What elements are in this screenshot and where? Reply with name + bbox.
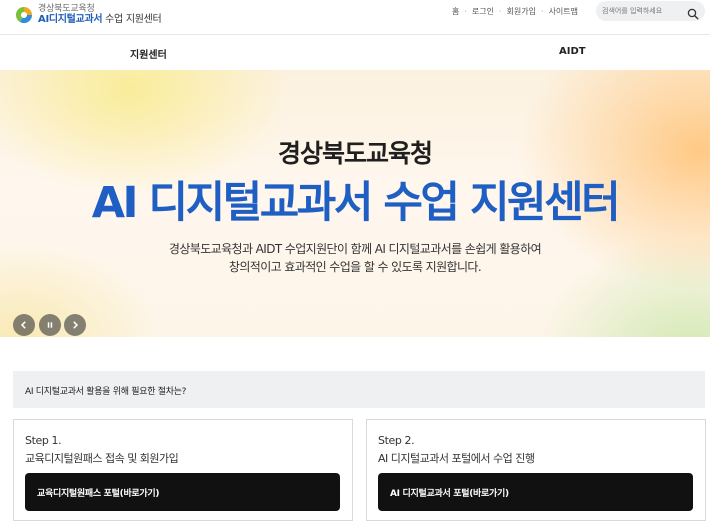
hero-description-line: 경상북도교육청과 AIDT 수업지원단이 함께 AI 디지털교과서를 손쉽게 활… [168, 242, 542, 256]
onepass-portal-button[interactable]: 교육디지털원패스 포털(바로가기) [25, 473, 340, 511]
next-slide-button[interactable] [64, 314, 86, 336]
login-link[interactable]: 로그인 [472, 6, 494, 17]
step-number: Step 1. [25, 434, 62, 447]
onepass-portal-button-label: 교육디지털원패스 포털(바로가기) [37, 489, 160, 499]
aidt-portal-button-label: AI 디지털교과서 포털(바로가기) [390, 489, 509, 499]
nav-item-support-center[interactable]: 지원센터 [130, 46, 167, 61]
home-link[interactable]: 홈 [452, 6, 459, 17]
utility-separator: · [541, 7, 544, 16]
nav-item-aidt[interactable]: AIDT [559, 46, 586, 57]
logo-service-rest: 수업 지원센터 [102, 14, 162, 25]
logo-mark-icon [14, 5, 34, 25]
search-box [596, 1, 705, 21]
utility-separator: · [499, 7, 502, 16]
hero-description-line: 창의적이고 효과적인 수업을 할 수 있도록 지원합니다. [228, 260, 482, 274]
logo-org-name: 경상북도교육청 [38, 4, 95, 14]
site-logo[interactable]: 경상북도교육청 AI디지털교과서 수업 지원센터 [14, 3, 162, 27]
utility-separator: · [464, 7, 467, 16]
prev-slide-button[interactable] [13, 314, 35, 336]
hero-title: AI 디지털교과서 수업 지원센터 [91, 178, 621, 228]
logo-service-name: AI디지털교과서 수업 지원센터 [38, 14, 162, 25]
chevron-right-icon [73, 321, 79, 329]
chevron-left-icon [20, 321, 26, 329]
hero-org-title: 경상북도교육청 [277, 139, 433, 168]
step-description: 교육디지털원패스 접속 및 회원가입 [25, 452, 179, 465]
step-card-1: Step 1. 교육디지털원패스 접속 및 회원가입 교육디지털원패스 포털(바… [13, 419, 353, 521]
hero-banner: 경상북도교육청 AI 디지털교과서 수업 지원센터 경상북도교육청과 AIDT … [0, 70, 710, 337]
signup-link[interactable]: 회원가입 [507, 6, 536, 17]
slider-controls [13, 314, 90, 336]
pause-icon [47, 322, 52, 328]
step-description: AI 디지털교과서 포털에서 수업 진행 [378, 452, 535, 465]
utility-links: 홈 · 로그인 · 회원가입 · 사이트맵 [452, 6, 578, 17]
pause-slide-button[interactable] [38, 314, 61, 336]
aidt-portal-button[interactable]: AI 디지털교과서 포털(바로가기) [378, 473, 693, 511]
search-input[interactable] [602, 7, 682, 15]
logo-service-accent: AI디지털교과서 [38, 14, 103, 25]
procedure-question-bar: AI 디지털교과서 활용을 위해 필요한 절차는? [13, 371, 705, 408]
sitemap-link[interactable]: 사이트맵 [549, 6, 578, 17]
search-icon[interactable] [687, 5, 699, 20]
step-number: Step 2. [378, 434, 415, 447]
procedure-question-text: AI 디지털교과서 활용을 위해 필요한 절차는? [25, 387, 187, 397]
step-card-2: Step 2. AI 디지털교과서 포털에서 수업 진행 AI 디지털교과서 포… [366, 419, 706, 521]
site-header: 경상북도교육청 AI디지털교과서 수업 지원센터 홈 · 로그인 · 회원가입 … [0, 0, 710, 34]
main-nav: 지원센터 AIDT [0, 34, 710, 71]
hero-description: 경상북도교육청과 AIDT 수업지원단이 함께 AI 디지털교과서를 손쉽게 활… [0, 240, 710, 276]
